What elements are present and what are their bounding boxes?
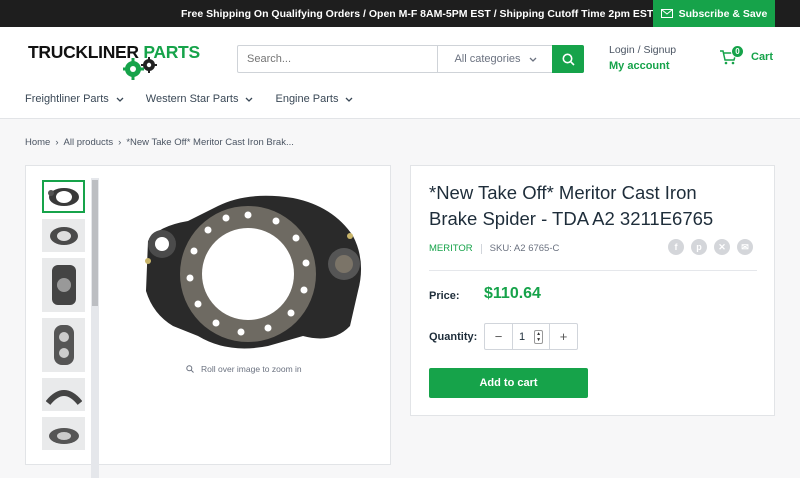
cart-count-badge: 0 [731,45,744,58]
announcement-bar: Free Shipping On Qualifying Orders / Ope… [0,0,800,27]
thumbnail-5[interactable] [42,378,85,411]
cart-button[interactable]: 0 Cart [719,45,774,65]
breadcrumb-separator: › [118,137,122,148]
search-bar: All categories [237,45,584,73]
breadcrumb-current: *New Take Off* Meritor Cast Iron Brak... [126,137,294,148]
thumbnail-1[interactable] [42,180,85,213]
login-signup-link[interactable]: Login / Signup [609,44,676,56]
breadcrumb-all-products[interactable]: All products [64,137,114,148]
thumbnail-2[interactable] [42,219,85,252]
twitter-icon[interactable]: ✕ [714,239,730,255]
zoom-icon [186,365,194,373]
category-select[interactable]: All categories [437,46,553,72]
category-label: All categories [454,53,521,65]
share-buttons: f p ✕ ✉ [668,239,753,255]
nav-item-freightliner-parts[interactable]: Freightliner Parts [25,93,124,105]
breadcrumb-separator: › [55,137,59,148]
product-price: $110.64 [484,285,541,302]
email-icon[interactable]: ✉ [737,239,753,255]
quantity-label: Quantity: [429,331,478,343]
thumbnail-list [42,180,88,456]
scrollbar-thumb[interactable] [92,180,98,306]
product-sku: SKU: A2 6765-C [489,243,560,254]
thumbnail-scrollbar[interactable] [91,178,99,478]
quantity-value: 1 [518,330,526,343]
gear-icon [123,57,157,80]
thumbnail-4[interactable] [42,318,85,372]
search-button[interactable] [552,45,584,73]
announcement-text: Free Shipping On Qualifying Orders / Ope… [181,8,654,20]
zoom-hint-text: Roll over image to zoom in [201,364,302,374]
meta-divider [480,243,482,254]
search-input[interactable] [238,46,437,72]
breadcrumb-home[interactable]: Home [25,137,50,148]
cart-label: Cart [751,51,774,63]
vendor-link[interactable]: MERITOR [429,243,473,254]
nav-item-engine-parts[interactable]: Engine Parts [275,93,353,105]
product-info-panel: *New Take Off* Meritor Cast Iron Brake S… [410,165,775,416]
add-to-cart-button[interactable]: Add to cart [429,368,588,398]
nav-item-label: Engine Parts [275,93,339,105]
main-nav: Freightliner Parts Western Star Parts En… [25,93,353,105]
subscribe-label: Subscribe & Save [678,7,768,20]
price-label: Price: [429,290,460,302]
minus-icon: − [494,329,503,344]
nav-item-label: Western Star Parts [145,93,239,105]
nav-item-label: Freightliner Parts [25,93,109,105]
product-gallery: Roll over image to zoom in [25,165,391,478]
zoom-hint: Roll over image to zoom in [186,364,302,374]
search-icon [562,53,575,66]
plus-icon: + [559,329,568,344]
account-links: Login / Signup My account [609,44,676,72]
site-logo[interactable]: TRUCKLINER PARTS [28,42,213,82]
quantity-stepper: − 1 ▲ ▼ + [484,323,578,350]
nav-item-western-star-parts[interactable]: Western Star Parts [146,93,254,105]
breadcrumb: Home › All products › *New Take Off* Mer… [25,137,294,148]
subscribe-button[interactable]: Subscribe & Save [653,0,775,27]
my-account-link[interactable]: My account [609,60,676,72]
quantity-input[interactable]: 1 ▲ ▼ [512,324,550,349]
site-header: TRUCKLINER PARTS All categories Login / … [0,27,800,119]
product-title: *New Take Off* Meritor Cast Iron Brake S… [429,182,714,229]
envelope-icon [660,9,673,18]
chevron-down-icon [246,97,253,102]
quantity-decrease-button[interactable]: − [485,324,512,349]
chevron-down-icon [116,97,124,102]
chevron-down-icon [346,97,353,102]
quantity-spinner[interactable]: ▲ ▼ [534,329,544,344]
main-product-image[interactable] [118,186,368,356]
pinterest-icon[interactable]: p [691,239,707,255]
thumbnail-3[interactable] [42,258,85,312]
divider [429,270,757,271]
chevron-down-icon [529,57,536,62]
quantity-increase-button[interactable]: + [550,324,577,349]
facebook-icon[interactable]: f [668,239,684,255]
product-meta: MERITOR SKU: A2 6765-C [429,243,559,254]
thumbnail-6[interactable] [42,417,85,450]
